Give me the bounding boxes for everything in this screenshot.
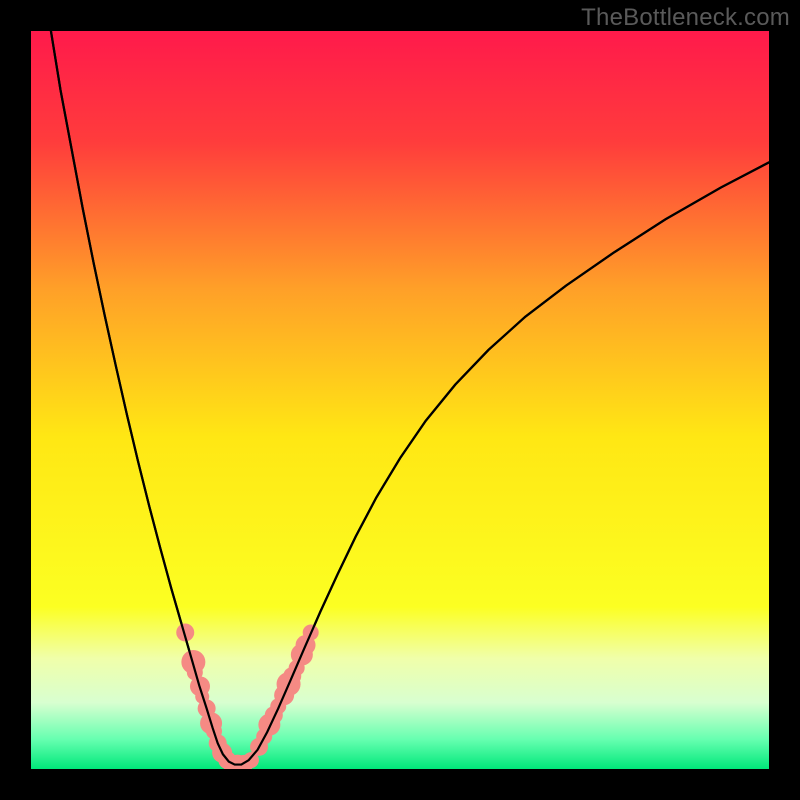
chart-svg — [31, 31, 769, 769]
gradient-background — [31, 31, 769, 769]
chart-stage: TheBottleneck.com — [0, 0, 800, 800]
plot-area — [31, 31, 769, 769]
watermark-text: TheBottleneck.com — [581, 4, 790, 32]
